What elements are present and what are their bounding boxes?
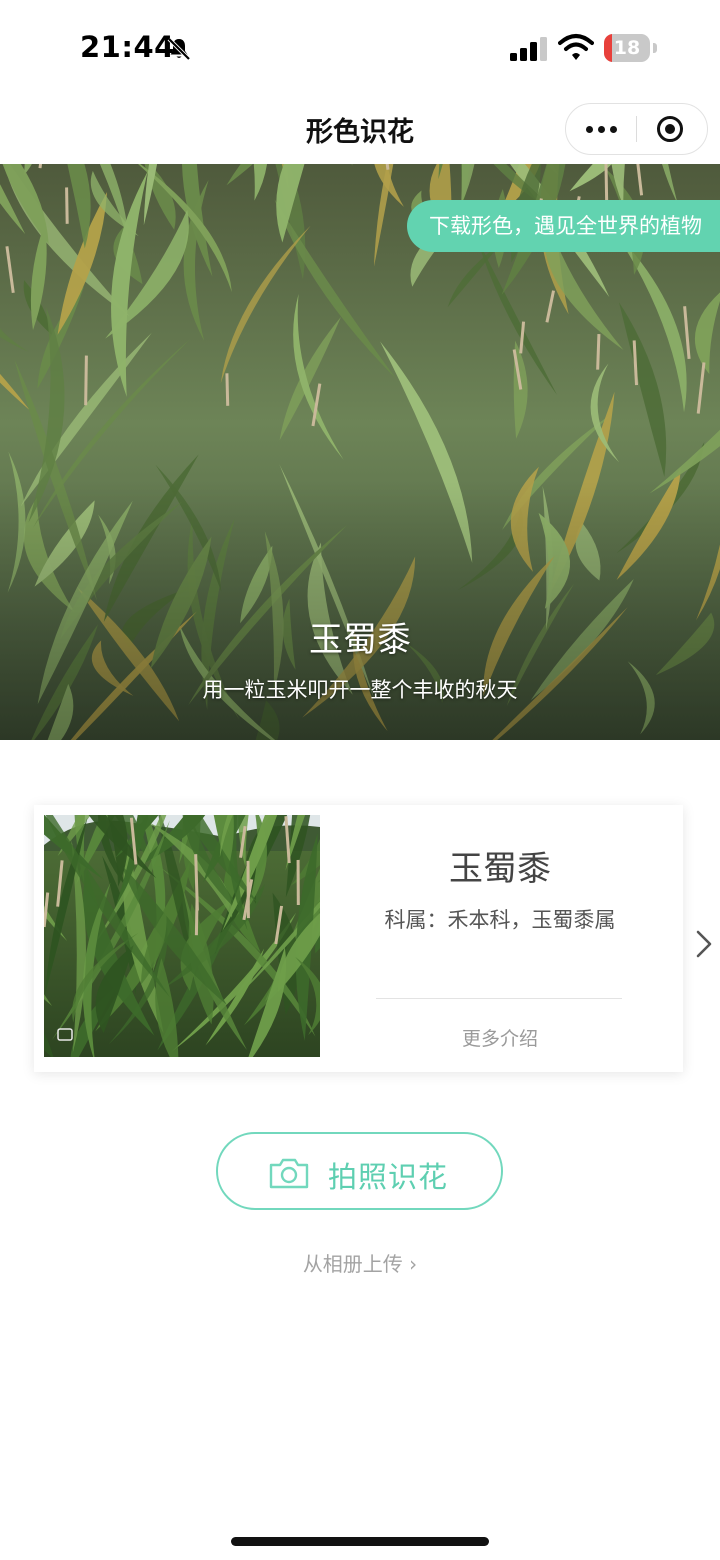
take-photo-label: 拍照识花 — [328, 1160, 449, 1194]
hero-tagline: 用一粒玉米叩开一整个丰收的秋天 — [202, 678, 518, 702]
target-circle-icon[interactable] — [656, 115, 684, 143]
hero-plant-name: 玉蜀黍 — [309, 620, 411, 660]
plant-family: 科属：禾本科，玉蜀黍属 — [384, 908, 616, 932]
card-divider — [376, 998, 622, 999]
wifi-icon — [558, 34, 594, 60]
bell-muted-icon — [167, 37, 191, 61]
upload-from-album-link[interactable]: 从相册上传 › — [0, 1248, 720, 1277]
signal-icon — [510, 37, 547, 61]
battery-level: 18 — [613, 37, 641, 59]
chevron-right-icon[interactable] — [694, 928, 714, 960]
home-indicator — [231, 1537, 489, 1546]
status-bar: 21:44 18 — [0, 0, 720, 96]
plant-thumbnail — [44, 815, 320, 1057]
battery-icon: 18 — [604, 34, 658, 62]
hero-banner: 下载形色，遇见全世界的植物 玉蜀黍 用一粒玉米叩开一整个丰收的秋天 — [0, 164, 720, 740]
camera-icon — [269, 1158, 309, 1189]
nav-bar: 形色识花 — [0, 96, 720, 162]
plant-name: 玉蜀黍 — [449, 849, 551, 889]
download-banner[interactable]: 下载形色，遇见全世界的植物 — [407, 200, 720, 252]
take-photo-button[interactable]: 拍照识花 — [216, 1132, 503, 1210]
status-time: 21:44 — [80, 30, 175, 64]
result-card[interactable]: 玉蜀黍 科属：禾本科，玉蜀黍属 更多介绍 — [34, 805, 683, 1072]
mini-program-capsule — [565, 103, 708, 155]
ellipsis-icon[interactable] — [566, 104, 636, 154]
more-intro-link[interactable]: 更多介绍 — [352, 1024, 648, 1051]
